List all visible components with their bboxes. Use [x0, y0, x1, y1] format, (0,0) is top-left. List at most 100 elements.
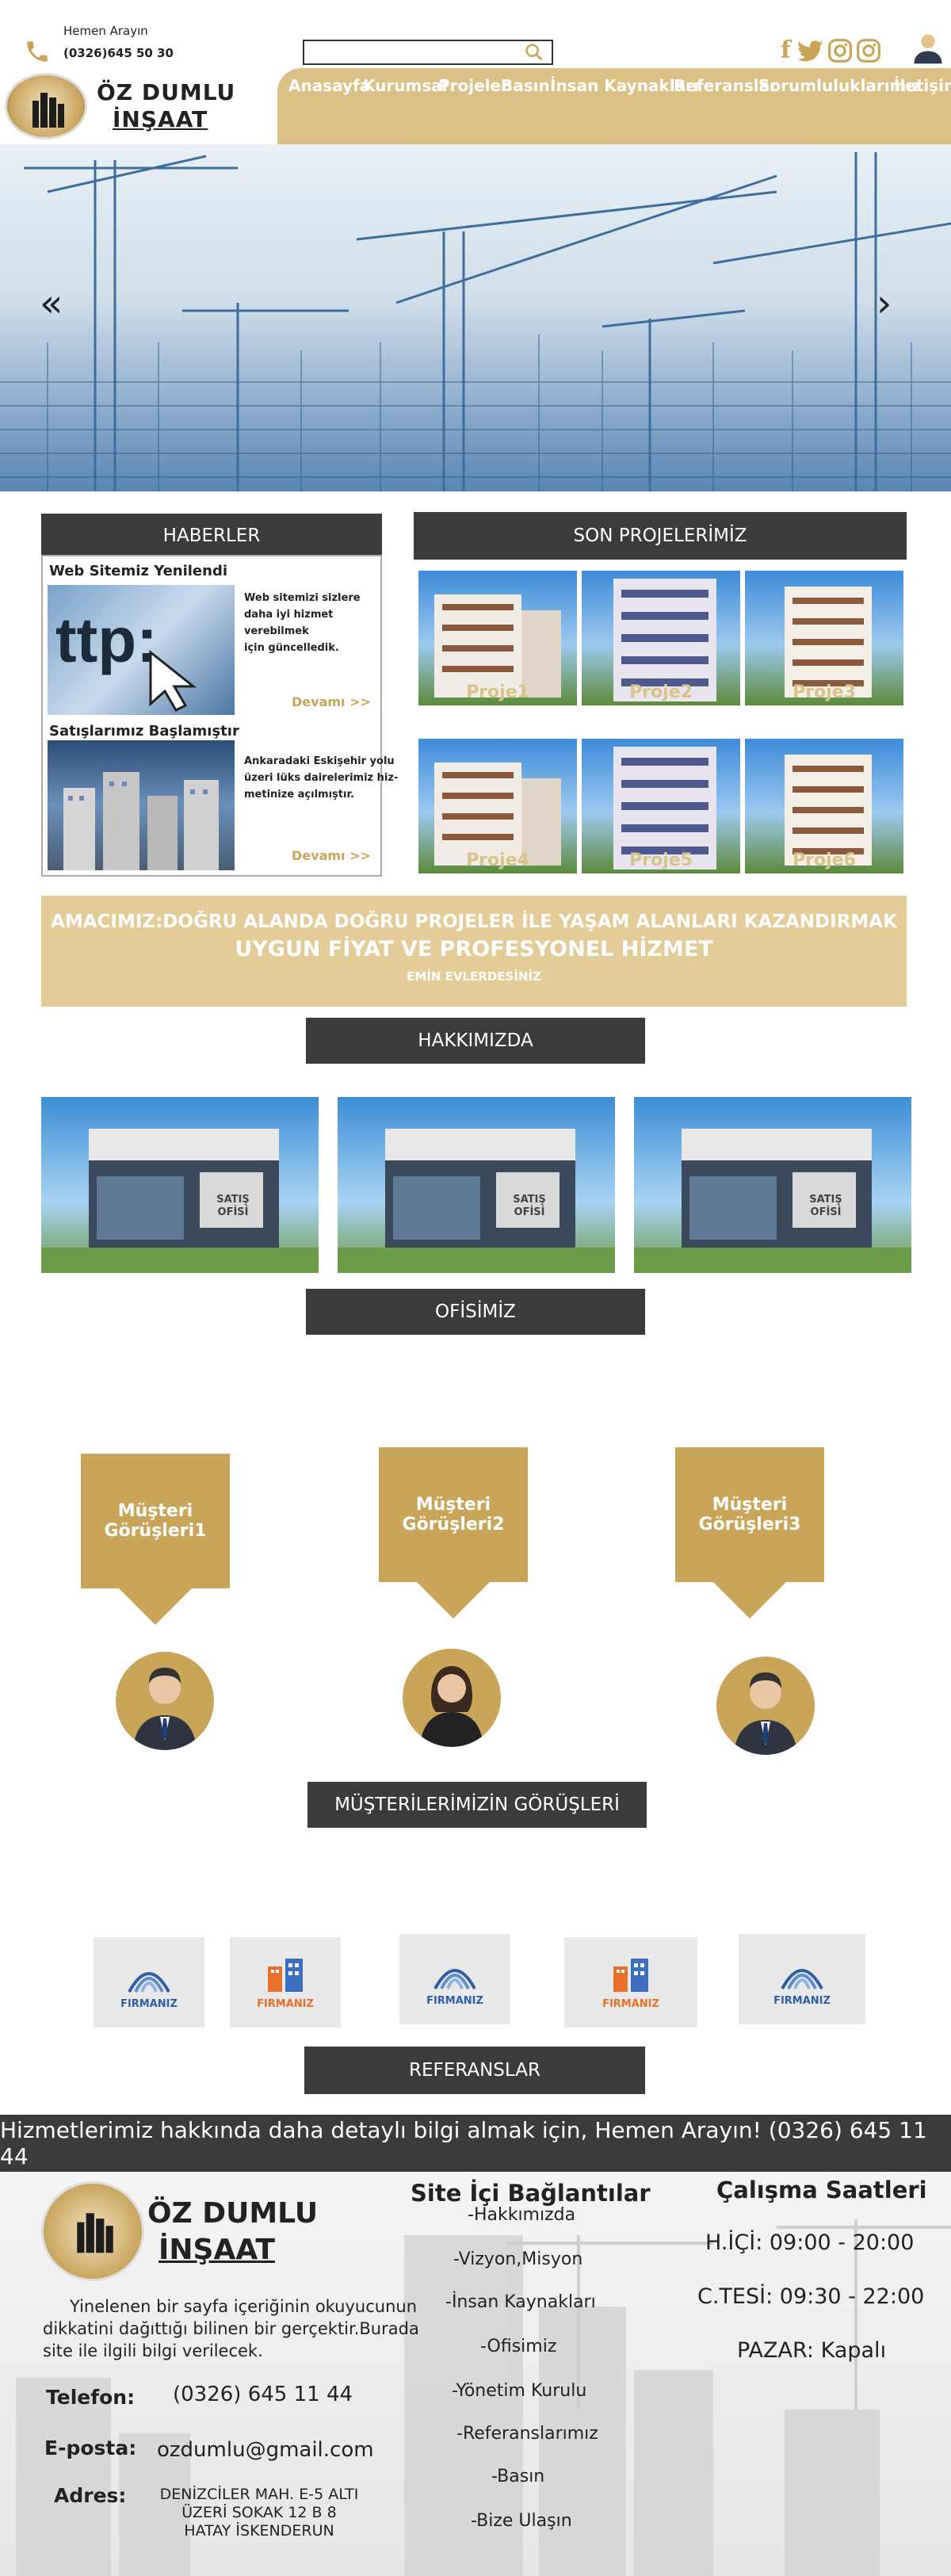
- mission-line3: EMİN EVLERDESİNİZ: [407, 969, 541, 984]
- logo-text[interactable]: ÖZ DUMLU: [97, 79, 235, 105]
- news-summary: Web sitemizi sizlere daha iyi hizmet ver…: [244, 592, 361, 654]
- reference-logo[interactable]: FIRMANIZ: [94, 1937, 204, 2028]
- user-account-icon[interactable]: [911, 32, 945, 65]
- reference-name: FIRMANIZ: [426, 1994, 483, 2007]
- firm-logo-icon: [128, 1971, 170, 1993]
- office-building: [634, 1129, 911, 1273]
- footer-phone-value[interactable]: (0326) 645 11 44: [173, 2383, 353, 2406]
- read-more-link[interactable]: Devamı >>: [292, 694, 371, 709]
- facebook-icon[interactable]: f: [781, 36, 791, 64]
- footer-address-value: DENİZCİLER MAH. E-5 ALTI ÜZERİ SOKAK 12 …: [159, 2486, 359, 2540]
- footer-link-referanslarimiz[interactable]: -Referanslarımız: [456, 2424, 598, 2444]
- customer-avatar: [116, 1652, 214, 1750]
- testimonial-card[interactable]: Müşteri Görüşleri1: [81, 1454, 230, 1588]
- mission-line2: UYGUN FİYAT VE PROFESYONEL HİZMET: [235, 937, 713, 961]
- slider-next-button[interactable]: ›: [877, 281, 892, 326]
- testimonials-title[interactable]: MÜŞTERİLERİMİZİN GÖRÜŞLERİ: [307, 1782, 647, 1828]
- project-card[interactable]: Proje1: [418, 571, 577, 705]
- office-image[interactable]: SATIŞ OFİSİ: [634, 1097, 911, 1273]
- project-label: Proje3: [792, 682, 856, 702]
- reference-logo[interactable]: FIRMANIZ: [399, 1934, 510, 2024]
- firm-logo-icon: [781, 1968, 823, 1989]
- reference-name: FIRMANIZ: [602, 1997, 659, 2010]
- testimonial-card[interactable]: Müşteri Görüşleri2: [379, 1447, 528, 1582]
- footer-links-title: Site İçi Bağlantılar: [411, 2180, 651, 2207]
- project-card[interactable]: Proje5: [582, 739, 740, 873]
- nav-anasayfa[interactable]: Anasayfa: [288, 76, 370, 95]
- footer-link-bize-ulasin[interactable]: -Bize Ulaşın: [471, 2511, 572, 2531]
- footer-phone-label: Telefon:: [46, 2386, 136, 2409]
- nav-kurumsal[interactable]: Kurumsal: [363, 76, 448, 95]
- references-title[interactable]: REFERANSLAR: [304, 2047, 645, 2094]
- footer-link-ofisimiz[interactable]: -Ofisimiz: [480, 2337, 556, 2356]
- footer-logo-emblem[interactable]: [41, 2181, 144, 2281]
- footer-link-vizyon[interactable]: -Vizyon,Misyon: [453, 2249, 582, 2269]
- customer-avatar: [403, 1649, 501, 1747]
- footer-about-text: Yinelenen bir sayfa içeriğinin okuyucunu…: [43, 2297, 419, 2360]
- news-heading[interactable]: Satışlarımız Başlamıştır: [49, 723, 239, 740]
- reference-name: FIRMANIZ: [120, 1997, 178, 2010]
- news-thumbnail[interactable]: ttp:: [48, 585, 235, 715]
- office-image[interactable]: SATIŞ OFİSİ: [338, 1097, 615, 1273]
- footer-link-basin[interactable]: -Basın: [491, 2467, 544, 2486]
- firm-logo-icon: [268, 1958, 303, 1992]
- news-title: HABERLER: [41, 514, 382, 558]
- project-label: Proje5: [629, 850, 693, 870]
- footer-link-hakkimizda[interactable]: -Hakkımızda: [468, 2205, 575, 2225]
- logo-subtext[interactable]: İNŞAAT: [113, 106, 208, 132]
- reference-logo[interactable]: FIRMANIZ: [564, 1937, 697, 2028]
- office-building: [41, 1129, 319, 1273]
- about-title[interactable]: HAKKIMIZDA: [306, 1018, 645, 1064]
- reference-name: FIRMANIZ: [257, 1997, 314, 2010]
- man-icon: [133, 1668, 197, 1750]
- search-icon[interactable]: [523, 41, 545, 63]
- city-image: [63, 772, 219, 870]
- building-icon: [32, 93, 64, 128]
- footer-hours-title: Çalışma Saatleri: [716, 2177, 927, 2203]
- mission-banner: AMACIMIZ:DOĞRU ALANDA DOĞRU PROJELER İLE…: [41, 896, 907, 1007]
- nav-basin[interactable]: Basın: [501, 76, 550, 95]
- footer-link-insan-kaynaklari[interactable]: -İnsan Kaynakları: [445, 2292, 596, 2312]
- footer-address-label: Adres:: [54, 2484, 127, 2507]
- news-thumbnail[interactable]: [48, 740, 235, 870]
- project-card[interactable]: Proje6: [745, 739, 903, 873]
- man-icon: [734, 1672, 797, 1755]
- customer-avatar: [716, 1657, 815, 1755]
- crane-illustration: [0, 152, 951, 491]
- phone-icon: [27, 41, 48, 62]
- footer-hours-saturday: C.TESİ: 09:30 - 22:00: [697, 2284, 925, 2309]
- office-sign: SATIŞ OFİSİ: [513, 1194, 546, 1218]
- phone-number[interactable]: (0326)645 50 30: [63, 46, 174, 60]
- logo-emblem[interactable]: [5, 73, 87, 140]
- office-image[interactable]: SATIŞ OFİSİ: [41, 1097, 319, 1273]
- office-sign: SATIŞ OFİSİ: [809, 1194, 842, 1218]
- project-label: Proje1: [466, 682, 529, 702]
- testimonial-card[interactable]: Müşteri Görüşleri3: [675, 1447, 824, 1582]
- woman-icon: [420, 1666, 483, 1747]
- instagram-icon-2[interactable]: [856, 38, 881, 63]
- reference-logo[interactable]: FIRMANIZ: [230, 1937, 341, 2028]
- nav-projeler[interactable]: Projeler: [438, 76, 509, 95]
- footer-hours-weekdays: H.İÇİ: 09:00 - 20:00: [705, 2230, 915, 2255]
- footer-hours-sunday: PAZAR: Kapalı: [737, 2338, 887, 2363]
- instagram-icon[interactable]: [827, 38, 853, 63]
- mission-line1: AMACIMIZ:DOĞRU ALANDA DOĞRU PROJELER İLE…: [51, 912, 897, 932]
- nav-iletisim[interactable]: İletişim: [894, 76, 951, 95]
- project-card[interactable]: Proje4: [418, 739, 577, 873]
- read-more-link[interactable]: Devamı >>: [292, 848, 371, 863]
- project-card[interactable]: Proje2: [582, 571, 740, 705]
- project-label: Proje6: [792, 850, 856, 870]
- footer-link-yonetim-kurulu[interactable]: -Yönetim Kurulu: [452, 2381, 586, 2401]
- slider-prev-button[interactable]: «: [40, 281, 63, 326]
- search-input[interactable]: [303, 40, 553, 65]
- footer-email-value[interactable]: ozdumlu@gmail.com: [157, 2438, 374, 2462]
- reference-logo[interactable]: FIRMANIZ: [739, 1934, 865, 2024]
- project-card[interactable]: Proje3: [745, 571, 903, 705]
- footer-email-label: E-posta:: [44, 2436, 137, 2459]
- office-sign: SATIŞ OFİSİ: [216, 1194, 250, 1218]
- news-heading[interactable]: Web Sitemiz Yenilendi: [49, 563, 227, 579]
- twitter-icon[interactable]: [797, 40, 824, 63]
- hero-slider: [0, 144, 951, 491]
- office-title[interactable]: OFİSİMİZ: [306, 1289, 645, 1335]
- call-to-action-bar: Hizmetlerimiz hakkında daha detaylı bilg…: [0, 2115, 951, 2172]
